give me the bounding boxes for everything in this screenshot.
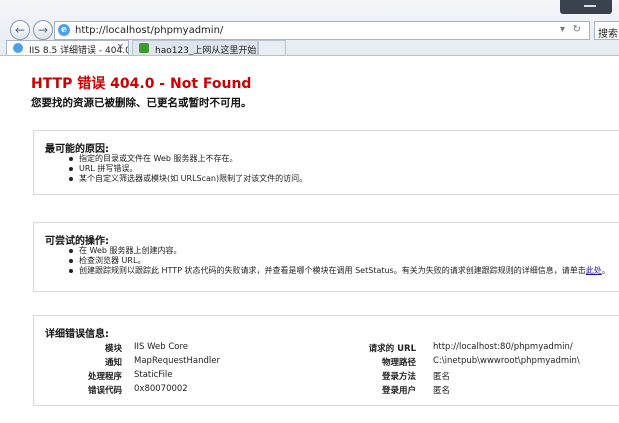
list-item: 在 Web 服务器上创建内容。 [69,246,610,256]
back-button[interactable]: ← [10,20,30,40]
address-bar[interactable]: e http://localhost/phpmyadmin/ ▾ ↻ [54,21,590,40]
detail-key: 登录方法 [381,372,416,382]
list-item: 指定的目录或文件在 Web 服务器上不存在。 [68,154,307,164]
tab-label: hao123_上网从这里开始 [155,46,257,55]
detail-key: 处理程序 [87,372,122,382]
list-item: URL 拼写错误。 [68,164,307,174]
tab-strip: IIS 8.5 详细错误 - 404.0 - ... × hao123_上网从这… [0,40,619,55]
close-tab-icon[interactable]: × [116,42,124,52]
address-text[interactable]: http://localhost/phpmyadmin/ [75,25,223,36]
detail-value: 0x80070002 [134,384,188,394]
details-table: 模块 IIS Web Core 通知 MapRequestHandler 处理程… [34,316,619,407]
list-item: 检查浏览器 URL。 [69,256,610,266]
list-item: 某个自定义筛选器或模块(如 URLScan)限制了对该文件的访问。 [68,174,308,183]
causes-heading: 最可能的原因: [45,144,109,155]
minimize-icon [584,5,596,7]
actions-panel: 可尝试的操作: 在 Web 服务器上创建内容。 检查浏览器 URL。 创建跟踪规… [33,222,619,292]
trace-end: 。 [601,266,610,275]
search-box[interactable]: 搜索... [594,21,619,40]
tab-label: IIS 8.5 详细错误 - 404.0 - ... [29,46,129,55]
causes-list: 指定的目录或文件在 Web 服务器上不存在。 URL 拼写错误。 某个自定义筛选… [68,154,308,184]
detail-key: 登录用户 [381,386,416,396]
detail-key: 物理路径 [381,358,416,368]
dropdown-arrow-icon[interactable]: ▾ [560,24,565,35]
forward-arrow-icon: → [37,23,49,37]
minimize-button[interactable] [560,0,612,14]
causes-panel: 最可能的原因: 指定的目录或文件在 Web 服务器上不存在。 URL 拼写错误。… [33,130,619,195]
detail-value: 匿名 [433,386,451,396]
detail-value: C:\inetpub\wwwroot\phpmyadmin\ [433,356,580,366]
trace-help-link[interactable]: 此处 [586,266,602,275]
ie-logo-icon: e [58,24,70,36]
actions-heading: 可尝试的操作: [45,236,109,247]
ie-page-icon [13,43,23,53]
detail-value: StaticFile [134,370,173,380]
detail-value: MapRequestHandler [134,356,220,366]
tab-hao123[interactable]: hao123_上网从这里开始 [132,40,258,55]
tab-iis-error[interactable]: IIS 8.5 详细错误 - 404.0 - ... × [6,40,129,55]
details-panel: 详细错误信息: 模块 IIS Web Core 通知 MapRequestHan… [33,315,619,406]
detail-value: 匿名 [433,372,451,382]
detail-key: 模块 [104,344,122,354]
browser-chrome: ← → e http://localhost/phpmyadmin/ ▾ ↻ 搜… [0,0,619,56]
hao123-favicon-icon [139,43,149,53]
list-item: 创建跟踪规则以跟踪此 HTTP 状态代码的失败请求，并查看是哪个模块在调用 Se… [69,266,610,276]
trace-text: 创建跟踪规则以跟踪此 HTTP 状态代码的失败请求，并查看是哪个模块在调用 Se… [79,266,586,275]
detail-key: 通知 [104,358,122,368]
detail-value: http://localhost:80/phpmyadmin/ [433,342,573,352]
error-title: HTTP 错误 404.0 - Not Found [31,76,252,92]
actions-list: 在 Web 服务器上创建内容。 检查浏览器 URL。 创建跟踪规则以跟踪此 HT… [69,246,610,276]
detail-key: 错误代码 [87,386,122,396]
error-subtitle: 您要找的资源已被删除、已更名或暂时不可用。 [31,97,252,109]
detail-value: IIS Web Core [134,342,189,352]
back-arrow-icon: ← [14,23,26,37]
detail-key: 请求的 URL [368,344,416,354]
new-tab-button[interactable] [258,40,286,55]
refresh-icon[interactable]: ↻ [573,24,581,35]
forward-button[interactable]: → [33,20,53,40]
